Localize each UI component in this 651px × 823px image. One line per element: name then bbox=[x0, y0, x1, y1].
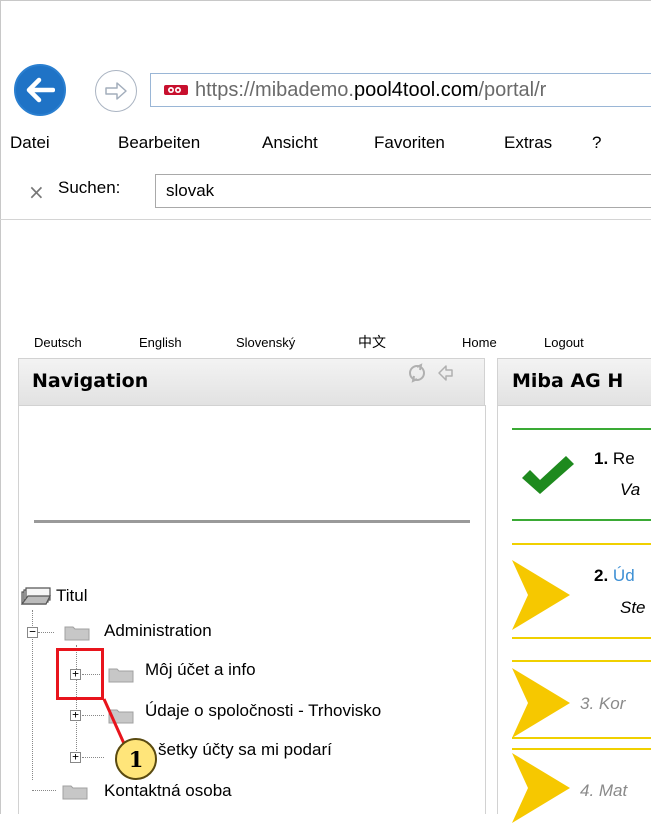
url-text: https://mibademo.pool4tool.com/portal/r bbox=[195, 78, 547, 101]
menu-bearbeiten[interactable]: Bearbeiten bbox=[118, 133, 200, 153]
menu-bar: Datei Bearbeiten Ansicht Favoriten Extra… bbox=[0, 128, 651, 158]
step-4-title: 4. Mat bbox=[580, 781, 628, 800]
arrow-left-icon bbox=[26, 77, 55, 103]
back-button[interactable] bbox=[14, 64, 66, 116]
close-find-icon[interactable]: × bbox=[28, 180, 45, 204]
chrome-divider bbox=[0, 219, 651, 220]
tree-item-udaje-spolocnosti[interactable]: Údaje o spoločnosti - Trhovisko bbox=[145, 701, 381, 721]
lang-english[interactable]: English bbox=[139, 335, 182, 350]
menu-ansicht[interactable]: Ansicht bbox=[262, 133, 318, 153]
tree-item-vsetky-ucty[interactable]: šetky účty sa mi podarí bbox=[158, 740, 332, 760]
callout-highlight-box bbox=[56, 648, 104, 700]
site-favicon-icon bbox=[164, 85, 188, 95]
checkmark-icon bbox=[522, 456, 574, 494]
tree-root-label[interactable]: Titul bbox=[56, 586, 88, 606]
find-input[interactable]: slovak bbox=[155, 174, 651, 208]
logout-link[interactable]: Logout bbox=[544, 335, 584, 350]
main-panel-border-left bbox=[497, 405, 498, 814]
window-top-border bbox=[0, 0, 651, 1]
address-bar[interactable]: https://mibademo.pool4tool.com/portal/r bbox=[150, 73, 651, 107]
refresh-icon[interactable] bbox=[406, 363, 428, 383]
step-2-title[interactable]: 2. Úd bbox=[594, 566, 635, 586]
tree-item-administration[interactable]: Administration bbox=[104, 621, 212, 641]
expand-vsetky-ucty-button[interactable]: + bbox=[70, 751, 81, 763]
find-label: Suchen: bbox=[58, 178, 121, 197]
tree-connector bbox=[82, 715, 104, 716]
callout-number-badge: 1 bbox=[115, 738, 157, 780]
tree-connector bbox=[38, 632, 54, 633]
nav-panel-border-left bbox=[18, 405, 19, 814]
step-divider bbox=[512, 737, 651, 739]
arrow-right-icon bbox=[512, 560, 570, 630]
home-link[interactable]: Home bbox=[462, 335, 497, 350]
tree-connector bbox=[32, 790, 56, 791]
expand-udaje-button[interactable]: + bbox=[70, 709, 81, 721]
nav-divider bbox=[34, 520, 470, 523]
menu-datei[interactable]: Datei bbox=[10, 133, 50, 153]
menu-extras[interactable]: Extras bbox=[504, 133, 552, 153]
step-divider bbox=[512, 660, 651, 662]
arrow-right-icon bbox=[105, 82, 127, 100]
lang-chinese[interactable]: 中文 bbox=[358, 332, 386, 352]
step-1-title: 1. Re bbox=[594, 449, 635, 468]
step-1-subtitle: Va bbox=[620, 480, 641, 499]
tree-connector bbox=[82, 757, 104, 758]
main-panel-title: Miba AG H bbox=[512, 370, 624, 392]
menu-help[interactable]: ? bbox=[592, 133, 601, 153]
nav-header-icons bbox=[406, 363, 455, 383]
collapse-administration-button[interactable]: − bbox=[27, 626, 38, 638]
step-divider bbox=[512, 428, 651, 430]
lang-slovensky[interactable]: Slovenský bbox=[236, 335, 295, 350]
step-divider bbox=[512, 519, 651, 521]
arrow-left-icon[interactable] bbox=[437, 364, 455, 382]
arrow-right-icon bbox=[512, 668, 570, 738]
folder-icon bbox=[108, 668, 134, 683]
navigation-title: Navigation bbox=[32, 370, 149, 392]
folder-icon bbox=[62, 785, 88, 800]
open-folder-icon bbox=[20, 587, 51, 605]
folder-icon bbox=[108, 709, 134, 724]
forward-button[interactable] bbox=[95, 70, 137, 112]
step-divider bbox=[512, 637, 651, 639]
step-3-title: 3. Kor bbox=[580, 694, 626, 713]
folder-icon bbox=[64, 626, 90, 641]
arrow-right-icon bbox=[512, 753, 570, 823]
menu-favoriten[interactable]: Favoriten bbox=[374, 133, 445, 153]
step-divider bbox=[512, 543, 651, 545]
nav-panel-border-right bbox=[485, 405, 486, 814]
step-2-subtitle: Ste bbox=[620, 598, 646, 617]
step-divider bbox=[512, 748, 651, 750]
tree-item-kontaktna-osoba[interactable]: Kontaktná osoba bbox=[104, 781, 232, 801]
tree-item-moj-ucet[interactable]: Môj účet a info bbox=[145, 660, 256, 680]
window-left-border bbox=[0, 0, 1, 814]
lang-deutsch[interactable]: Deutsch bbox=[34, 335, 82, 350]
